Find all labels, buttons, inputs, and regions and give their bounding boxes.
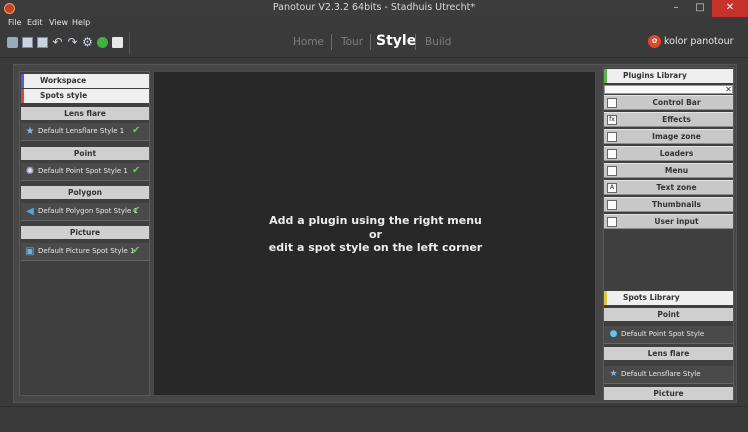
plugin-label: Thumbnails: [652, 200, 701, 209]
plugin-label: Text zone: [656, 183, 697, 192]
effects-icon: fx: [607, 115, 617, 125]
play-icon[interactable]: [97, 37, 108, 48]
sparkle-icon: ✺: [25, 166, 35, 177]
nav-divider: [331, 34, 332, 50]
circle-icon: ●: [609, 329, 618, 339]
image-zone-icon: [607, 132, 617, 142]
list-item-label: Default Point Spot Style: [621, 330, 705, 338]
plugin-user-input[interactable]: User input: [604, 214, 733, 229]
workspace-tab[interactable]: Workspace: [21, 74, 149, 88]
list-item-lensflare-style[interactable]: ★ Default Lensflare Style 1 ✔: [21, 123, 149, 141]
style-editor-canvas: Add a plugin using the right menu or edi…: [153, 71, 596, 396]
plugin-effects[interactable]: fx Effects: [604, 112, 733, 127]
plugin-control-bar[interactable]: Control Bar: [604, 95, 733, 110]
plugins-library-header[interactable]: Plugins Library: [604, 69, 733, 83]
hint-line-3: edit a spot style on the left corner: [268, 241, 483, 254]
plugin-label: Effects: [662, 115, 691, 124]
nav-home[interactable]: Home: [293, 36, 324, 48]
user-input-icon: [607, 217, 617, 227]
status-bar: [0, 406, 748, 432]
spots-category-lens-flare[interactable]: Lens flare: [604, 347, 733, 360]
settings-gear-icon[interactable]: ⚙: [82, 36, 93, 48]
spots-library-header[interactable]: Spots Library: [604, 291, 733, 305]
text-zone-icon: A: [607, 183, 617, 193]
list-item-picture-style[interactable]: ▣ Default Picture Spot Style 1 ✔: [21, 243, 149, 261]
clear-search-icon[interactable]: ✕: [724, 85, 733, 94]
spots-category-point[interactable]: Point: [604, 308, 733, 321]
check-icon: ✔: [132, 205, 141, 216]
menu-edit[interactable]: Edit: [27, 17, 43, 28]
plugin-menu[interactable]: Menu: [604, 163, 733, 178]
list-item-polygon-style[interactable]: ◀ Default Polygon Spot Style 1 ✔: [21, 203, 149, 221]
list-item-label: Default Point Spot Style 1: [38, 167, 128, 175]
menu-bar: File Edit View Help: [0, 17, 748, 28]
list-item-label: Default Lensflare Style: [621, 370, 701, 378]
loaders-icon: [607, 149, 617, 159]
maximize-button[interactable]: □: [688, 0, 712, 17]
nav-divider: [415, 34, 416, 50]
toolbar: ↶ ↷ ⚙ Home Tour Style Build ✿ kolor pano…: [0, 28, 748, 58]
plugin-text-zone[interactable]: A Text zone: [604, 180, 733, 195]
save-as-icon[interactable]: [37, 37, 48, 48]
list-item-point-style[interactable]: ✺ Default Point Spot Style 1 ✔: [21, 163, 149, 181]
folder-icon[interactable]: [112, 37, 123, 48]
list-item-label: Default Polygon Spot Style 1: [38, 207, 138, 215]
menu-help[interactable]: Help: [72, 17, 90, 28]
control-bar-icon: [607, 98, 617, 108]
plugin-label: User input: [654, 217, 699, 226]
plugin-label: Image zone: [652, 132, 701, 141]
hint-line-1: Add a plugin using the right menu: [269, 214, 482, 227]
list-item-label: Default Picture Spot Style 1: [38, 247, 135, 255]
category-point[interactable]: Point: [21, 147, 149, 160]
spots-category-picture[interactable]: Picture: [604, 387, 733, 400]
menu-view[interactable]: View: [49, 17, 68, 28]
close-button[interactable]: ✕: [712, 0, 748, 17]
category-lens-flare[interactable]: Lens flare: [21, 107, 149, 120]
title-bar: Panotour V2.3.2 64bits - Stadhuis Utrech…: [0, 0, 748, 17]
plugin-image-zone[interactable]: Image zone: [604, 129, 733, 144]
check-icon: ✔: [132, 245, 141, 256]
plugin-label: Menu: [664, 166, 689, 175]
plugin-label: Control Bar: [652, 98, 701, 107]
nav-build[interactable]: Build: [425, 36, 451, 48]
nav-divider: [370, 34, 371, 50]
spots-style-tab[interactable]: Spots style: [21, 89, 149, 103]
brand-name: kolor panotour: [664, 36, 734, 47]
kolor-logo-icon: ✿: [648, 35, 661, 48]
spots-list-item-point[interactable]: ● Default Point Spot Style: [604, 326, 733, 344]
toolbar-divider: [129, 32, 130, 54]
window-title: Panotour V2.3.2 64bits - Stadhuis Utrech…: [272, 2, 476, 13]
plugin-loaders[interactable]: Loaders: [604, 146, 733, 161]
database-icon[interactable]: [7, 37, 18, 48]
nav-tour[interactable]: Tour: [341, 36, 363, 48]
star-icon: ★: [25, 126, 35, 137]
undo-icon[interactable]: ↶: [52, 36, 63, 48]
polygon-icon: ◀: [26, 206, 34, 217]
picture-icon: ▣: [25, 246, 35, 257]
plugin-label: Loaders: [659, 149, 694, 158]
star-icon: ★: [609, 369, 618, 379]
category-picture[interactable]: Picture: [21, 226, 149, 239]
category-polygon[interactable]: Polygon: [21, 186, 149, 199]
save-icon[interactable]: [22, 37, 33, 48]
thumbnails-icon: [607, 200, 617, 210]
spots-list-item-lensflare[interactable]: ★ Default Lensflare Style: [604, 366, 733, 384]
hint-line-2: or: [369, 228, 382, 241]
check-icon: ✔: [132, 165, 141, 176]
nav-style[interactable]: Style: [376, 33, 416, 49]
menu-icon: [607, 166, 617, 176]
list-item-label: Default Lensflare Style 1: [38, 127, 125, 135]
check-icon: ✔: [132, 125, 141, 136]
minimize-button[interactable]: –: [664, 0, 688, 17]
menu-file[interactable]: File: [8, 17, 21, 28]
plugin-thumbnails[interactable]: Thumbnails: [604, 197, 733, 212]
plugins-search-input[interactable]: [604, 85, 733, 94]
redo-icon[interactable]: ↷: [67, 36, 78, 48]
